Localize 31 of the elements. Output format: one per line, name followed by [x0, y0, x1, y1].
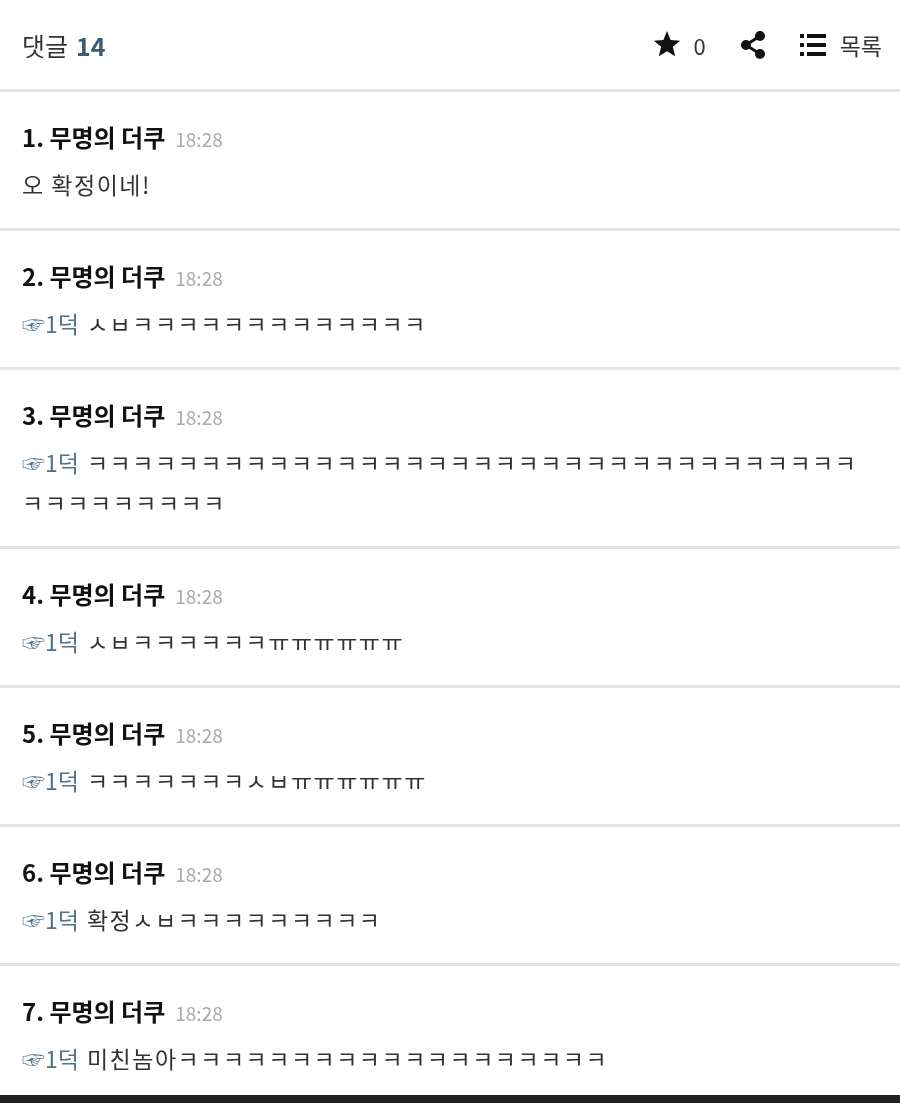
comment-text: ☞1덕 미친놈아ㅋㅋㅋㅋㅋㅋㅋㅋㅋㅋㅋㅋㅋㅋㅋㅋㅋㅋㅋ	[22, 1040, 610, 1077]
reply-link[interactable]: ☞1덕	[22, 445, 79, 479]
reply-link[interactable]: ☞1덕	[22, 1041, 79, 1075]
reply-link[interactable]: ☞1덕	[22, 624, 79, 658]
comment-time: 18:28	[175, 582, 223, 609]
comment-author: 4. 무명의 더쿠	[22, 576, 166, 611]
comment-time: 18:28	[175, 721, 223, 748]
comment-author: 7. 무명의 더쿠	[22, 993, 166, 1028]
comment-count: 14	[76, 26, 106, 63]
comment-text: ☞1덕 확정ㅅㅂㅋㅋㅋㅋㅋㅋㅋㅋㅋ	[22, 901, 383, 938]
comment-text: ☞1덕 ㅅㅂㅋㅋㅋㅋㅋㅋㅠㅠㅠㅠㅠㅠ	[22, 623, 406, 660]
comment-author: 2. 무명의 더쿠	[22, 258, 166, 293]
comment-text: ☞1덕 ㅅㅂㅋㅋㅋㅋㅋㅋㅋㅋㅋㅋㅋㅋㅋ	[22, 305, 428, 342]
comment-time: 18:28	[175, 125, 223, 152]
comment-time: 18:28	[175, 999, 223, 1026]
comment-time: 18:28	[175, 264, 223, 291]
comment-author: 3. 무명의 더쿠	[22, 397, 166, 432]
comment-text: ☞1덕 ㅋㅋㅋㅋㅋㅋㅋㅋㅋㅋㅋㅋㅋㅋㅋㅋㅋㅋㅋㅋㅋㅋㅋㅋㅋㅋㅋㅋㅋㅋㅋㅋㅋㅋㅋㅋㅋㅋㅋㅋㅋㅋㅋ	[22, 444, 859, 521]
star-button[interactable]: 0	[653, 28, 706, 61]
comment-text: ☞1덕 ㅋㅋㅋㅋㅋㅋㅋㅅㅂㅠㅠㅠㅠㅠㅠ	[22, 762, 428, 799]
reply-link[interactable]: ☞1덕	[22, 763, 79, 797]
comment-author: 1. 무명의 더쿠	[22, 119, 166, 154]
comment-author: 5. 무명의 더쿠	[22, 715, 166, 750]
comments-title: 댓글	[22, 26, 68, 63]
comment-author: 6. 무명의 더쿠	[22, 854, 166, 889]
list-button[interactable]: 목록	[799, 27, 882, 62]
comment-time: 18:28	[175, 403, 223, 430]
reply-link[interactable]: ☞1덕	[22, 902, 79, 936]
comment-time: 18:28	[175, 860, 223, 887]
comment-text: 오 확정이네!	[22, 166, 152, 203]
reply-link[interactable]: ☞1덕	[22, 306, 79, 340]
